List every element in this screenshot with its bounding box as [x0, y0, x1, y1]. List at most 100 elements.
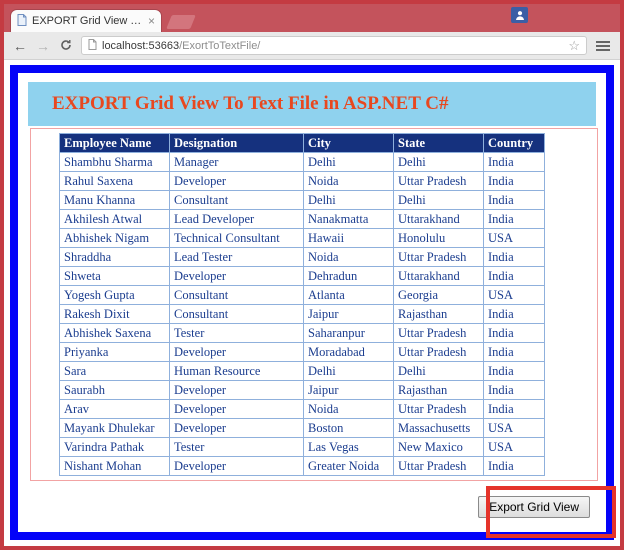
table-cell: USA	[483, 418, 545, 438]
table-cell: Human Resource	[169, 361, 304, 381]
table-cell: Developer	[169, 399, 304, 419]
table-cell: Jaipur	[303, 304, 394, 324]
table-cell: Uttarakhand	[393, 209, 484, 229]
table-row: Nishant Mohan Developer Greater Noida Uttar…	[59, 456, 545, 476]
table-cell: Greater Noida	[303, 456, 394, 476]
table-cell: Delhi	[303, 190, 394, 210]
table-cell: Dehradun	[303, 266, 394, 286]
browser-tab[interactable]: EXPORT Grid View To a Te ×	[10, 9, 162, 32]
browser-toolbar: ← → localhost:53663/ExortToTextFile/ ☆	[4, 32, 620, 60]
table-cell: Rajasthan	[393, 304, 484, 324]
grid-header-row: Employee Name Designation City State Country	[59, 133, 545, 153]
bookmark-star-icon[interactable]: ☆	[568, 39, 580, 52]
table-cell: India	[483, 190, 545, 210]
table-cell: Abhishek Saxena	[59, 323, 170, 343]
table-cell: Manager	[169, 152, 304, 172]
tab-title: EXPORT Grid View To a Te	[32, 15, 143, 27]
table-row: Yogesh Gupta Consultant Atlanta Georgia USA	[59, 285, 545, 305]
table-cell: India	[483, 323, 545, 343]
table-cell: USA	[483, 437, 545, 457]
table-row: Akhilesh Atwal Lead Developer Nanakmatta Ut…	[59, 209, 545, 229]
table-cell: Sara	[59, 361, 170, 381]
browser-window: EXPORT Grid View To a Te × ← → localhost…	[0, 0, 624, 550]
reload-icon[interactable]	[58, 39, 74, 53]
table-cell: Tester	[169, 323, 304, 343]
forward-icon[interactable]: →	[35, 39, 51, 53]
table-cell: Delhi	[393, 190, 484, 210]
table-cell: Las Vegas	[303, 437, 394, 457]
new-tab-button[interactable]	[166, 15, 196, 29]
table-cell: Shraddha	[59, 247, 170, 267]
table-cell: Consultant	[169, 190, 304, 210]
table-cell: Manu Khanna	[59, 190, 170, 210]
page-icon	[88, 38, 97, 53]
table-row: Saurabh Developer Jaipur Rajasthan India	[59, 380, 545, 400]
grid-column-header: Designation	[169, 133, 304, 153]
table-cell: India	[483, 247, 545, 267]
table-row: Abhishek Saxena Tester Saharanpur Uttar Pra…	[59, 323, 545, 343]
url-host: localhost:53663	[102, 39, 180, 52]
table-row: Abhishek Nigam Technical Consultant Hawaii…	[59, 228, 545, 248]
table-cell: Delhi	[393, 152, 484, 172]
grid-column-header: Country	[483, 133, 545, 153]
table-cell: India	[483, 304, 545, 324]
table-row: Shweta Developer Dehradun Uttarakhand India	[59, 266, 545, 286]
page-blue-frame: EXPORT Grid View To Text File in ASP.NET…	[10, 65, 614, 540]
table-cell: India	[483, 380, 545, 400]
table-cell: Consultant	[169, 285, 304, 305]
table-cell: Saurabh	[59, 380, 170, 400]
table-row: Arav Developer Noida Uttar Pradesh India	[59, 399, 545, 419]
table-cell: India	[483, 152, 545, 172]
table-cell: Delhi	[393, 361, 484, 381]
profile-button[interactable]	[511, 7, 528, 23]
table-cell: Moradabad	[303, 342, 394, 362]
tab-close-icon[interactable]: ×	[148, 15, 155, 27]
table-cell: India	[483, 361, 545, 381]
table-cell: Tester	[169, 437, 304, 457]
table-cell: Varindra Pathak	[59, 437, 170, 457]
back-icon[interactable]: ←	[12, 39, 28, 53]
table-cell: Massachusetts	[393, 418, 484, 438]
table-row: Shraddha Lead Tester Noida Uttar Pradesh Ind…	[59, 247, 545, 267]
table-cell: Uttar Pradesh	[393, 171, 484, 191]
export-grid-view-button[interactable]: Export Grid View	[478, 496, 590, 518]
employee-gridview: Employee Name Designation City State Country…	[59, 133, 545, 476]
table-cell: India	[483, 342, 545, 362]
gridview-outline: Employee Name Designation City State Country…	[30, 128, 598, 481]
table-cell: Boston	[303, 418, 394, 438]
page-favicon-icon	[17, 13, 27, 29]
table-cell: Mayank Dhulekar	[59, 418, 170, 438]
table-cell: Arav	[59, 399, 170, 419]
table-cell: India	[483, 171, 545, 191]
table-row: Mayank Dhulekar Developer Boston Massachuse…	[59, 418, 545, 438]
table-cell: Developer	[169, 380, 304, 400]
table-cell: Developer	[169, 456, 304, 476]
table-row: Rahul Saxena Developer Noida Uttar Pradesh I…	[59, 171, 545, 191]
table-cell: Lead Developer	[169, 209, 304, 229]
table-cell: Rakesh Dixit	[59, 304, 170, 324]
table-cell: USA	[483, 285, 545, 305]
table-cell: Uttar Pradesh	[393, 456, 484, 476]
table-cell: Noida	[303, 171, 394, 191]
table-row: Priyanka Developer Moradabad Uttar Pradesh I…	[59, 342, 545, 362]
table-cell: India	[483, 456, 545, 476]
table-cell: Consultant	[169, 304, 304, 324]
table-cell: Rajasthan	[393, 380, 484, 400]
table-cell: Uttarakhand	[393, 266, 484, 286]
address-bar[interactable]: localhost:53663/ExortToTextFile/ ☆	[81, 36, 587, 55]
table-cell: Noida	[303, 399, 394, 419]
browser-titlebar: EXPORT Grid View To a Te ×	[4, 4, 620, 32]
table-row: Rakesh Dixit Consultant Jaipur Rajasthan Ind…	[59, 304, 545, 324]
table-cell: Shweta	[59, 266, 170, 286]
table-cell: Atlanta	[303, 285, 394, 305]
table-cell: Abhishek Nigam	[59, 228, 170, 248]
page-heading-band: EXPORT Grid View To Text File in ASP.NET…	[28, 82, 596, 126]
table-cell: India	[483, 209, 545, 229]
table-cell: Jaipur	[303, 380, 394, 400]
table-row: Sara Human Resource Delhi Delhi India	[59, 361, 545, 381]
table-cell: Lead Tester	[169, 247, 304, 267]
table-cell: Saharanpur	[303, 323, 394, 343]
table-cell: Developer	[169, 418, 304, 438]
menu-icon[interactable]	[594, 38, 612, 54]
table-cell: Nanakmatta	[303, 209, 394, 229]
